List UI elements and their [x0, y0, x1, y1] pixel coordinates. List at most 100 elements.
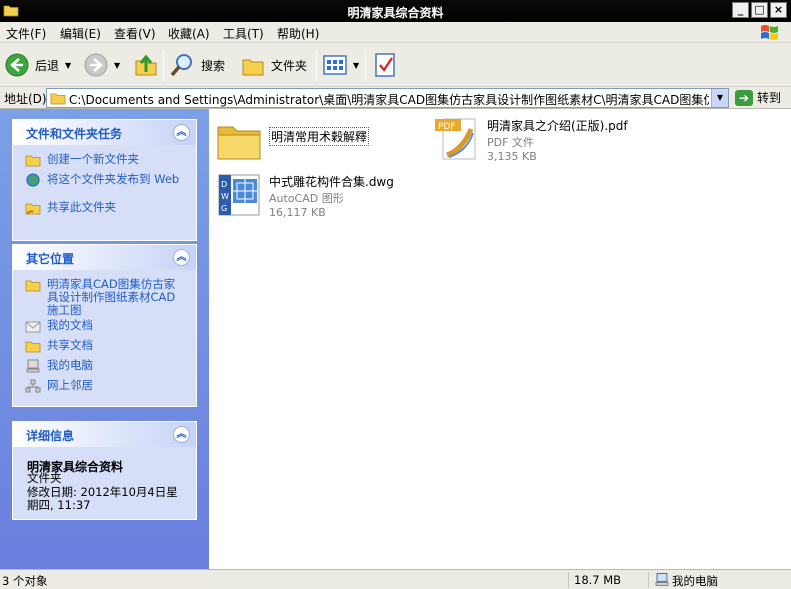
tasks-panel: 文件和文件夹任务 ︽ 创建一个新文件夹 将这个文件夹发布到 Web 共享此文件夹	[12, 119, 197, 241]
shared-folder-icon	[25, 203, 41, 215]
back-arrow-icon	[5, 53, 29, 77]
panel-title: 其它位置	[26, 252, 75, 266]
go-button[interactable]: ➔ 转到	[735, 89, 781, 106]
svg-text:D: D	[221, 180, 227, 189]
folders-icon	[242, 59, 264, 76]
forward-arrow-icon	[84, 53, 108, 77]
status-size: 18.7 MB	[574, 573, 622, 587]
menu-tools[interactable]: 工具(T)	[223, 25, 264, 42]
network-icon	[25, 379, 41, 393]
chevron-down-icon[interactable]: ▼	[114, 61, 120, 70]
toolbar: 后退 ▼ ▼ 搜索 文件夹 ▼	[0, 43, 791, 87]
task-label: 共享此文件夹	[47, 200, 116, 214]
folder-icon	[217, 126, 261, 160]
place-network[interactable]: 网上邻居	[25, 379, 93, 393]
detail-modified: 修改日期: 2012年10月4日星期四, 11:37	[27, 485, 178, 512]
task-publish-web[interactable]: 将这个文件夹发布到 Web	[25, 173, 185, 187]
collapse-icon[interactable]: ︽	[173, 124, 190, 141]
up-folder-icon	[135, 54, 157, 76]
views-button[interactable]: ▼	[323, 50, 359, 80]
folders-label: 文件夹	[271, 58, 308, 73]
menu-edit[interactable]: 编辑(E)	[60, 25, 101, 42]
details-panel: 详细信息 ︽ 明清家具综合资料 文件夹 修改日期: 2012年10月4日星期四,…	[12, 421, 197, 520]
place-parent-folder[interactable]: 明清家具CAD图集仿古家具设计制作图纸素材CAD施工图	[25, 278, 185, 317]
menu-file[interactable]: 文件(F)	[6, 25, 46, 42]
file-item-dwg[interactable]: D W G 中式雕花构件合集.dwg AutoCAD 图形 16,117 KB	[215, 171, 394, 219]
search-icon	[170, 54, 192, 77]
file-list: 明清常用术榖解釋 PDF 明清家具之介绍(正版).pdf PDF 文件 3,13…	[209, 109, 791, 569]
check-document-icon	[375, 53, 395, 77]
task-share-folder[interactable]: 共享此文件夹	[25, 201, 116, 215]
address-label: 地址(D)	[4, 92, 47, 106]
views-icon	[323, 55, 347, 75]
task-pane: 文件和文件夹任务 ︽ 创建一个新文件夹 将这个文件夹发布到 Web 共享此文件夹…	[0, 109, 209, 569]
task-label: 将这个文件夹发布到 Web	[47, 172, 180, 186]
tasks-panel-header[interactable]: 文件和文件夹任务 ︽	[13, 120, 196, 145]
windows-logo-icon	[761, 25, 778, 40]
back-label: 后退	[35, 58, 60, 73]
file-type: PDF 文件	[487, 136, 534, 149]
file-item-folder[interactable]: 明清常用术榖解釋	[215, 117, 370, 165]
file-name: 明清常用术榖解釋	[269, 127, 370, 146]
folder-icon	[25, 341, 41, 353]
places-panel-header[interactable]: 其它位置 ︽	[13, 245, 196, 270]
computer-icon	[655, 573, 669, 586]
place-label: 我的文档	[47, 318, 93, 332]
status-object-count: 3 个对象	[2, 574, 48, 588]
chevron-down-icon[interactable]: ▼	[711, 89, 728, 107]
folder-icon	[25, 280, 41, 292]
folders-button[interactable]: 文件夹	[241, 50, 307, 80]
chevron-down-icon[interactable]: ▼	[353, 61, 359, 70]
place-label: 我的电脑	[47, 358, 93, 372]
place-my-documents[interactable]: 我的文档	[25, 319, 93, 333]
chevron-down-icon[interactable]: ▼	[65, 61, 71, 70]
pdf-icon: PDF	[435, 118, 476, 160]
other-places-panel: 其它位置 ︽ 明清家具CAD图集仿古家具设计制作图纸素材CAD施工图 我的文档 …	[12, 244, 197, 407]
back-button[interactable]: 后退 ▼	[5, 50, 71, 80]
address-path: C:\Documents and Settings\Administrator\…	[69, 93, 709, 107]
folder-icon	[50, 93, 66, 105]
go-arrow-icon: ➔	[735, 89, 753, 106]
place-shared-documents[interactable]: 共享文档	[25, 339, 93, 353]
svg-text:PDF: PDF	[438, 122, 456, 132]
minimize-button[interactable]: _	[732, 2, 749, 18]
panel-title: 详细信息	[26, 429, 75, 443]
search-button[interactable]: 搜索	[169, 50, 225, 80]
address-input[interactable]: C:\Documents and Settings\Administrator\…	[46, 88, 729, 108]
file-item-pdf[interactable]: PDF 明清家具之介绍(正版).pdf PDF 文件 3,135 KB	[433, 115, 628, 163]
place-label: 共享文档	[47, 338, 93, 352]
globe-icon	[26, 173, 40, 187]
dwg-icon: D W G	[218, 174, 260, 216]
computer-icon	[26, 359, 40, 373]
collapse-icon[interactable]: ︽	[173, 249, 190, 266]
menu-bar: 文件(F) 编辑(E) 查看(V) 收藏(A) 工具(T) 帮助(H)	[0, 22, 791, 43]
up-folder-button[interactable]	[134, 50, 158, 80]
collapse-icon[interactable]: ︽	[173, 426, 190, 443]
go-label: 转到	[757, 91, 782, 105]
status-bar: 3 个对象 18.7 MB 我的电脑	[0, 569, 791, 589]
place-label: 明清家具CAD图集仿古家具设计制作图纸素材CAD施工图	[47, 277, 176, 317]
menu-help[interactable]: 帮助(H)	[277, 25, 319, 42]
svg-text:G: G	[221, 204, 227, 213]
properties-button[interactable]	[373, 50, 397, 80]
task-new-folder[interactable]: 创建一个新文件夹	[25, 153, 139, 167]
place-my-computer[interactable]: 我的电脑	[25, 359, 93, 373]
file-size: 16,117 KB	[269, 206, 326, 219]
svg-text:W: W	[221, 192, 229, 201]
task-label: 创建一个新文件夹	[47, 152, 139, 166]
place-label: 网上邻居	[47, 378, 93, 392]
title-bar: 明清家具综合资料 _ □ ×	[0, 0, 791, 22]
panel-title: 文件和文件夹任务	[26, 127, 123, 141]
window-title: 明清家具综合资料	[347, 6, 444, 20]
file-name: 中式雕花构件合集.dwg	[269, 175, 394, 189]
my-documents-icon	[25, 321, 41, 333]
maximize-button[interactable]: □	[751, 2, 768, 18]
close-button[interactable]: ×	[770, 2, 787, 18]
details-panel-header[interactable]: 详细信息 ︽	[13, 422, 196, 447]
status-location: 我的电脑	[672, 574, 718, 588]
detail-type: 文件夹	[27, 471, 62, 485]
search-label: 搜索	[201, 58, 226, 73]
menu-favorites[interactable]: 收藏(A)	[168, 25, 210, 42]
menu-view[interactable]: 查看(V)	[114, 25, 156, 42]
forward-button[interactable]: ▼	[84, 50, 120, 80]
